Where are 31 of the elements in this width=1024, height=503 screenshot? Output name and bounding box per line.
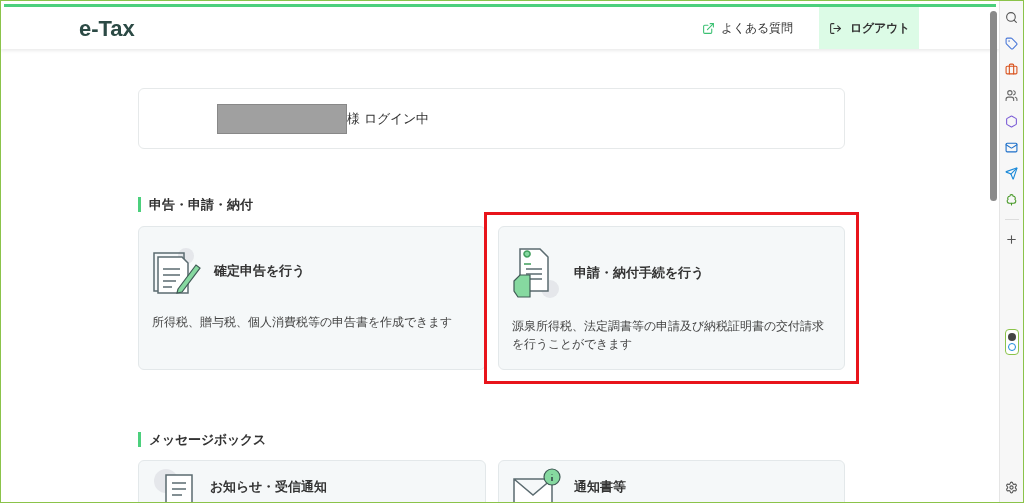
toolbox-icon[interactable] — [1005, 63, 1018, 76]
logout-icon — [828, 21, 842, 35]
card-title: 通知書等 — [573, 478, 626, 497]
section-heading: 申告・申請・納付 — [149, 196, 253, 214]
site-logo[interactable]: e-Tax — [79, 11, 135, 45]
card-title: 確定申告を行う — [214, 261, 305, 280]
card-title: お知らせ・受信通知 — [210, 478, 327, 497]
people-icon[interactable] — [1005, 89, 1018, 102]
settings-icon[interactable] — [1005, 481, 1018, 494]
hand-holding-document-icon — [511, 246, 562, 299]
service-card[interactable]: 確定申告を行う 所得税、贈与税、個人消費税等の申告書を作成できます — [138, 225, 486, 370]
add-icon[interactable] — [1005, 233, 1018, 246]
card-title: 申請・納付手続を行う — [573, 263, 704, 282]
external-link-icon — [702, 21, 715, 35]
extension-badge-icon[interactable] — [1004, 329, 1019, 355]
service-card[interactable]: 申請・納付手続を行う 源泉所得税、法定調書等の申請及び納税証明書の交付請求を行うことができます — [497, 225, 845, 370]
tree-icon[interactable] — [1005, 193, 1018, 206]
tag-icon[interactable] — [1005, 37, 1018, 50]
document-pen-icon — [152, 246, 202, 295]
faq-link[interactable]: よくある質問 — [702, 19, 793, 37]
hexagon-icon[interactable] — [1005, 115, 1018, 128]
search-icon[interactable] — [1005, 11, 1018, 24]
send-icon[interactable] — [1005, 167, 1018, 180]
section-heading: メッセージボックス — [149, 430, 266, 449]
card-description: 所得税、贈与税、個人消費税等の申告書を作成できます — [152, 313, 453, 331]
login-status-text: 様 ログイン中 — [347, 109, 430, 128]
card-description: 源泉所得税、法定調書等の申請及び納税証明書の交付請求を行うことができます — [511, 317, 825, 353]
service-card[interactable]: 通知書等 — [497, 460, 845, 502]
logout-button[interactable]: ログアウト — [819, 7, 919, 49]
mail-icon[interactable] — [1005, 141, 1018, 154]
service-card[interactable]: お知らせ・受信通知 — [138, 460, 486, 502]
